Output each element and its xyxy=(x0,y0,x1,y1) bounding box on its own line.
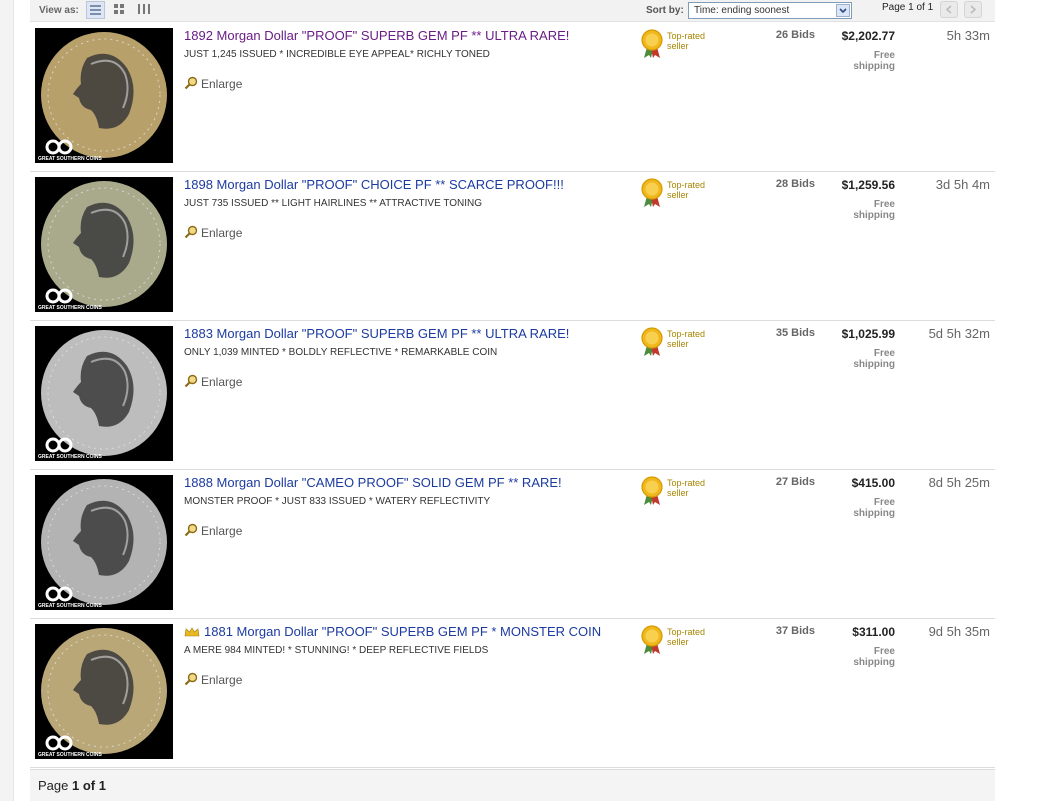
enlarge-link[interactable]: Enlarge xyxy=(184,225,242,240)
listing-title-text: 1883 Morgan Dollar "PROOF" SUPERB GEM PF… xyxy=(184,326,570,341)
coin-thumbnail[interactable]: GREAT SOUTHERN COINS xyxy=(35,624,173,759)
top-rated-seller-label: Top-rated seller xyxy=(667,329,706,349)
enlarge-label: Enlarge xyxy=(201,673,243,687)
enlarge-link[interactable]: Enlarge xyxy=(184,672,242,687)
grid-view-icon[interactable] xyxy=(110,1,129,19)
view-as-label: View as: xyxy=(39,5,79,16)
top-rated-seller-label: Top-rated seller xyxy=(667,478,706,498)
listing-row: GREAT SOUTHERN COINS 1898 Morgan Dollar … xyxy=(30,172,995,321)
shipping-info: Free shipping xyxy=(853,348,895,370)
bid-count: 27 Bids xyxy=(775,476,815,488)
enlarge-label: Enlarge xyxy=(201,375,243,389)
sort-dropdown[interactable]: Time: ending soonest xyxy=(688,2,852,19)
listing-title-link[interactable]: 1892 Morgan Dollar "PROOF" SUPERB GEM PF… xyxy=(184,28,569,43)
top-rated-seller-label: Top-rated seller xyxy=(667,180,706,200)
price: $311.00 xyxy=(852,625,895,639)
shipping-info: Free shipping xyxy=(853,199,895,221)
column-view-icon[interactable] xyxy=(135,1,154,19)
listing-title-text: 1881 Morgan Dollar "PROOF" SUPERB GEM PF… xyxy=(204,624,602,639)
sort-label: Sort by: xyxy=(646,5,684,16)
left-rail xyxy=(0,0,14,801)
footer-page-prefix: Page xyxy=(38,778,69,793)
top-rated-medal-icon xyxy=(640,476,664,511)
time-left: 8d 5h 25m xyxy=(928,475,990,490)
bid-count: 37 Bids xyxy=(775,625,815,637)
time-left: 3d 5h 4m xyxy=(935,177,990,192)
listing-title-text: 1888 Morgan Dollar "CAMEO PROOF" SOLID G… xyxy=(184,475,562,490)
page-indicator: Page 1 of 1 xyxy=(882,2,934,13)
magnifier-icon xyxy=(184,672,198,686)
listing-row: GREAT SOUTHERN COINS 1892 Morgan Dollar … xyxy=(30,23,995,172)
top-rated-seller-label: Top-rated seller xyxy=(667,31,706,51)
listing-row: GREAT SOUTHERN COINS 1883 Morgan Dollar … xyxy=(30,321,995,470)
enlarge-link[interactable]: Enlarge xyxy=(184,76,242,91)
listing-row: GREAT SOUTHERN COINS 1881 Morgan Dollar … xyxy=(30,619,995,768)
enlarge-link[interactable]: Enlarge xyxy=(184,523,242,538)
listing-row: GREAT SOUTHERN COINS 1888 Morgan Dollar … xyxy=(30,470,995,619)
listing-title-link[interactable]: 1883 Morgan Dollar "PROOF" SUPERB GEM PF… xyxy=(184,326,569,341)
chevron-down-icon[interactable] xyxy=(836,4,850,17)
bid-count: 35 Bids xyxy=(775,327,815,339)
magnifier-icon xyxy=(184,523,198,537)
listing-title-link[interactable]: 1888 Morgan Dollar "CAMEO PROOF" SOLID G… xyxy=(184,475,562,490)
coin-thumbnail[interactable]: GREAT SOUTHERN COINS xyxy=(35,177,173,312)
time-left: 5d 5h 32m xyxy=(928,326,990,341)
pagination-footer: Page 1 of 1 xyxy=(30,769,995,801)
prev-page-icon[interactable] xyxy=(940,1,958,18)
price: $1,259.56 xyxy=(841,178,895,192)
top-rated-medal-icon xyxy=(640,29,664,64)
time-left: 5h 33m xyxy=(946,28,990,43)
coin-thumbnail[interactable]: GREAT SOUTHERN COINS xyxy=(35,28,173,163)
magnifier-icon xyxy=(184,76,198,90)
listing-subtitle: ONLY 1,039 MINTED * BOLDLY REFLECTIVE * … xyxy=(184,347,498,358)
top-rated-medal-icon xyxy=(640,327,664,362)
listing-title-link[interactable]: 1898 Morgan Dollar "PROOF" CHOICE PF ** … xyxy=(184,177,564,192)
svg-text:GREAT SOUTHERN COINS: GREAT SOUTHERN COINS xyxy=(38,752,102,758)
top-rated-medal-icon xyxy=(640,625,664,660)
enlarge-label: Enlarge xyxy=(201,77,243,91)
shipping-info: Free shipping xyxy=(853,646,895,668)
svg-text:GREAT SOUTHERN COINS: GREAT SOUTHERN COINS xyxy=(38,603,102,609)
next-page-icon[interactable] xyxy=(964,1,982,18)
results-toolbar: View as: Sort by: Time: ending soonest P… xyxy=(30,0,995,22)
enlarge-label: Enlarge xyxy=(201,226,243,240)
listing-title-text: 1898 Morgan Dollar "PROOF" CHOICE PF ** … xyxy=(184,177,564,192)
footer-page-current: 1 xyxy=(72,778,80,793)
listing-subtitle: A MERE 984 MINTED! * STUNNING! * DEEP RE… xyxy=(184,645,489,656)
list-view-icon[interactable] xyxy=(86,1,105,19)
enlarge-link[interactable]: Enlarge xyxy=(184,374,242,389)
enlarge-label: Enlarge xyxy=(201,524,243,538)
magnifier-icon xyxy=(184,374,198,388)
listing-title-link[interactable]: 1881 Morgan Dollar "PROOF" SUPERB GEM PF… xyxy=(184,624,601,640)
bid-count: 28 Bids xyxy=(775,178,815,190)
footer-page-indicator: Page 1 of 1 xyxy=(38,778,106,793)
listing-subtitle: MONSTER PROOF * JUST 833 ISSUED * WATERY… xyxy=(184,496,491,507)
svg-text:GREAT SOUTHERN COINS: GREAT SOUTHERN COINS xyxy=(38,454,102,460)
listing-subtitle: JUST 1,245 ISSUED * INCREDIBLE EYE APPEA… xyxy=(184,49,490,60)
listing-subtitle: JUST 735 ISSUED ** LIGHT HAIRLINES ** AT… xyxy=(184,198,483,209)
magnifier-icon xyxy=(184,225,198,239)
featured-crown-icon xyxy=(184,625,200,640)
price: $415.00 xyxy=(851,476,895,490)
time-left: 9d 5h 35m xyxy=(928,624,990,639)
coin-thumbnail[interactable]: GREAT SOUTHERN COINS xyxy=(35,326,173,461)
bid-count: 26 Bids xyxy=(775,29,815,41)
top-rated-seller-label: Top-rated seller xyxy=(667,627,706,647)
top-rated-medal-icon xyxy=(640,178,664,213)
footer-page-of: of xyxy=(82,778,96,793)
svg-text:GREAT SOUTHERN COINS: GREAT SOUTHERN COINS xyxy=(38,156,102,162)
svg-text:GREAT SOUTHERN COINS: GREAT SOUTHERN COINS xyxy=(38,305,102,311)
shipping-info: Free shipping xyxy=(853,50,895,72)
coin-thumbnail[interactable]: GREAT SOUTHERN COINS xyxy=(35,475,173,610)
footer-page-total: 1 xyxy=(98,778,106,793)
sort-selected-value: Time: ending soonest xyxy=(694,5,790,16)
listing-title-text: 1892 Morgan Dollar "PROOF" SUPERB GEM PF… xyxy=(184,28,570,43)
shipping-info: Free shipping xyxy=(853,497,895,519)
price: $2,202.77 xyxy=(841,29,895,43)
price: $1,025.99 xyxy=(841,327,895,341)
